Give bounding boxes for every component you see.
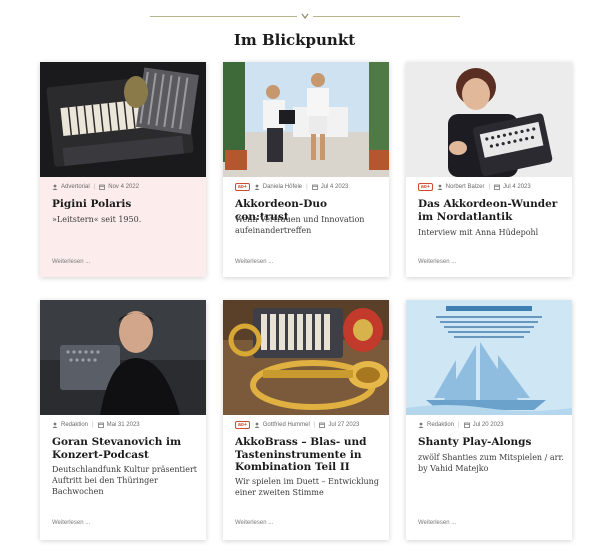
article-title[interactable]: Goran Stevanovich im Konzert-Podcast — [52, 436, 198, 461]
article-author[interactable]: Daniela Höfele — [263, 184, 302, 190]
book-cover-image — [406, 300, 572, 415]
article-excerpt: zwölf Shanties zum Mitspielen / arr. by … — [418, 453, 564, 473]
article-author[interactable]: Norbert Balzer — [446, 184, 485, 190]
meta-separator: | — [306, 184, 308, 190]
article-excerpt: Deutschlandfunk Kultur präsentiert Auftr… — [52, 465, 198, 496]
article-image[interactable] — [406, 300, 572, 415]
article-card-nordatlantik[interactable]: ao+ Norbert Balzer | Jul 4 2023 Das Akko… — [406, 62, 572, 277]
duo-photo-image — [223, 62, 389, 177]
article-card-shanty[interactable]: Redaktion | Jul 20 2023 Shanty Play-Alon… — [406, 300, 572, 540]
accordion-photo-image — [40, 62, 206, 177]
article-excerpt: »Leitstern« seit 1950. — [52, 215, 142, 224]
article-card-con-trust[interactable]: ao+ Daniela Höfele | Jul 4 2023 Akkordeo… — [223, 62, 389, 277]
read-more-link[interactable]: Weiterlesen ... — [418, 259, 456, 265]
user-icon — [52, 422, 58, 428]
article-date: Jul 4 2023 — [503, 184, 531, 190]
calendar-icon — [319, 422, 326, 428]
meta-separator: | — [458, 422, 460, 428]
article-meta: Redaktion | Mai 31 2023 — [52, 420, 200, 430]
article-excerpt: Wir spielen im Duett – Entwicklung einer… — [235, 477, 379, 497]
read-more-link[interactable]: Weiterlesen ... — [235, 259, 273, 265]
article-title[interactable]: Shanty Play-Alongs — [418, 436, 564, 449]
article-excerpt: Wenn Vertrauen und Innovation aufeinande… — [235, 215, 365, 235]
premium-badge: ao+ — [235, 421, 250, 429]
meta-separator: | — [92, 422, 94, 428]
article-title[interactable]: Pigini Polaris — [52, 198, 198, 211]
meta-separator: | — [93, 184, 96, 190]
calendar-icon — [494, 184, 500, 190]
user-icon — [52, 184, 58, 190]
calendar-icon — [99, 184, 106, 190]
article-meta: ao+ Gottfried Hummel | Jul 27 2023 — [235, 420, 383, 430]
article-meta: Redaktion | Jul 20 2023 — [418, 420, 566, 430]
calendar-icon — [463, 422, 470, 428]
article-meta: Advertorial | Nov 4 2022 — [52, 182, 200, 192]
instruments-photo-image — [223, 300, 389, 415]
portrait-photo-image — [40, 300, 206, 415]
page: Im Blickpunkt Advertorial | Nov 4 2022 P… — [0, 0, 589, 559]
article-meta: ao+ Norbert Balzer | Jul 4 2023 — [418, 182, 566, 192]
article-author[interactable]: Gottfried Hummel — [263, 422, 310, 428]
read-more-link[interactable]: Weiterlesen ... — [418, 520, 456, 526]
read-more-link[interactable]: Weiterlesen ... — [52, 520, 90, 526]
article-image[interactable] — [406, 62, 572, 177]
chevron-down-icon — [301, 13, 309, 19]
article-date: Jul 27 2023 — [328, 422, 360, 428]
read-more-link[interactable]: Weiterlesen ... — [52, 259, 90, 265]
article-author[interactable]: Redaktion — [61, 422, 88, 428]
calendar-icon — [311, 184, 318, 190]
article-date: Mai 31 2023 — [106, 422, 140, 428]
divider-line-left — [150, 16, 297, 17]
article-meta: ao+ Daniela Höfele | Jul 4 2023 — [235, 182, 383, 192]
article-title[interactable]: AkkoBrass – Blas- und Tasteninstrumente … — [235, 436, 381, 474]
user-icon — [418, 422, 424, 428]
calendar-icon — [97, 422, 104, 428]
article-card-stevanovich[interactable]: Redaktion | Mai 31 2023 Goran Stevanovic… — [40, 300, 206, 540]
user-icon — [437, 184, 443, 190]
article-excerpt: Interview mit Anna Hüdepohl — [418, 228, 539, 237]
user-icon — [254, 422, 260, 428]
article-image[interactable] — [40, 62, 206, 177]
meta-separator: | — [488, 184, 491, 190]
article-author[interactable]: Redaktion — [427, 422, 454, 428]
premium-badge: ao+ — [418, 183, 433, 191]
premium-badge: ao+ — [235, 183, 250, 191]
article-image[interactable] — [223, 300, 389, 415]
article-date: Jul 4 2023 — [320, 184, 349, 190]
article-title[interactable]: Das Akkordeon-Wunder im Nordatlantik — [418, 198, 564, 223]
section-title: Im Blickpunkt — [233, 31, 356, 49]
section-divider — [150, 11, 460, 23]
article-card-pigini-polaris[interactable]: Advertorial | Nov 4 2022 Pigini Polaris … — [40, 62, 206, 277]
read-more-link[interactable]: Weiterlesen ... — [235, 520, 273, 526]
article-image[interactable] — [223, 62, 389, 177]
divider-line-right — [313, 16, 460, 17]
article-image[interactable] — [40, 300, 206, 415]
meta-separator: | — [313, 422, 316, 428]
article-date: Jul 20 2023 — [472, 422, 504, 428]
portrait-photo-image — [406, 62, 572, 177]
article-date: Nov 4 2022 — [108, 184, 139, 190]
article-author[interactable]: Advertorial — [61, 184, 90, 190]
user-icon — [254, 184, 260, 190]
article-card-akkobrass[interactable]: ao+ Gottfried Hummel | Jul 27 2023 AkkoB… — [223, 300, 389, 540]
